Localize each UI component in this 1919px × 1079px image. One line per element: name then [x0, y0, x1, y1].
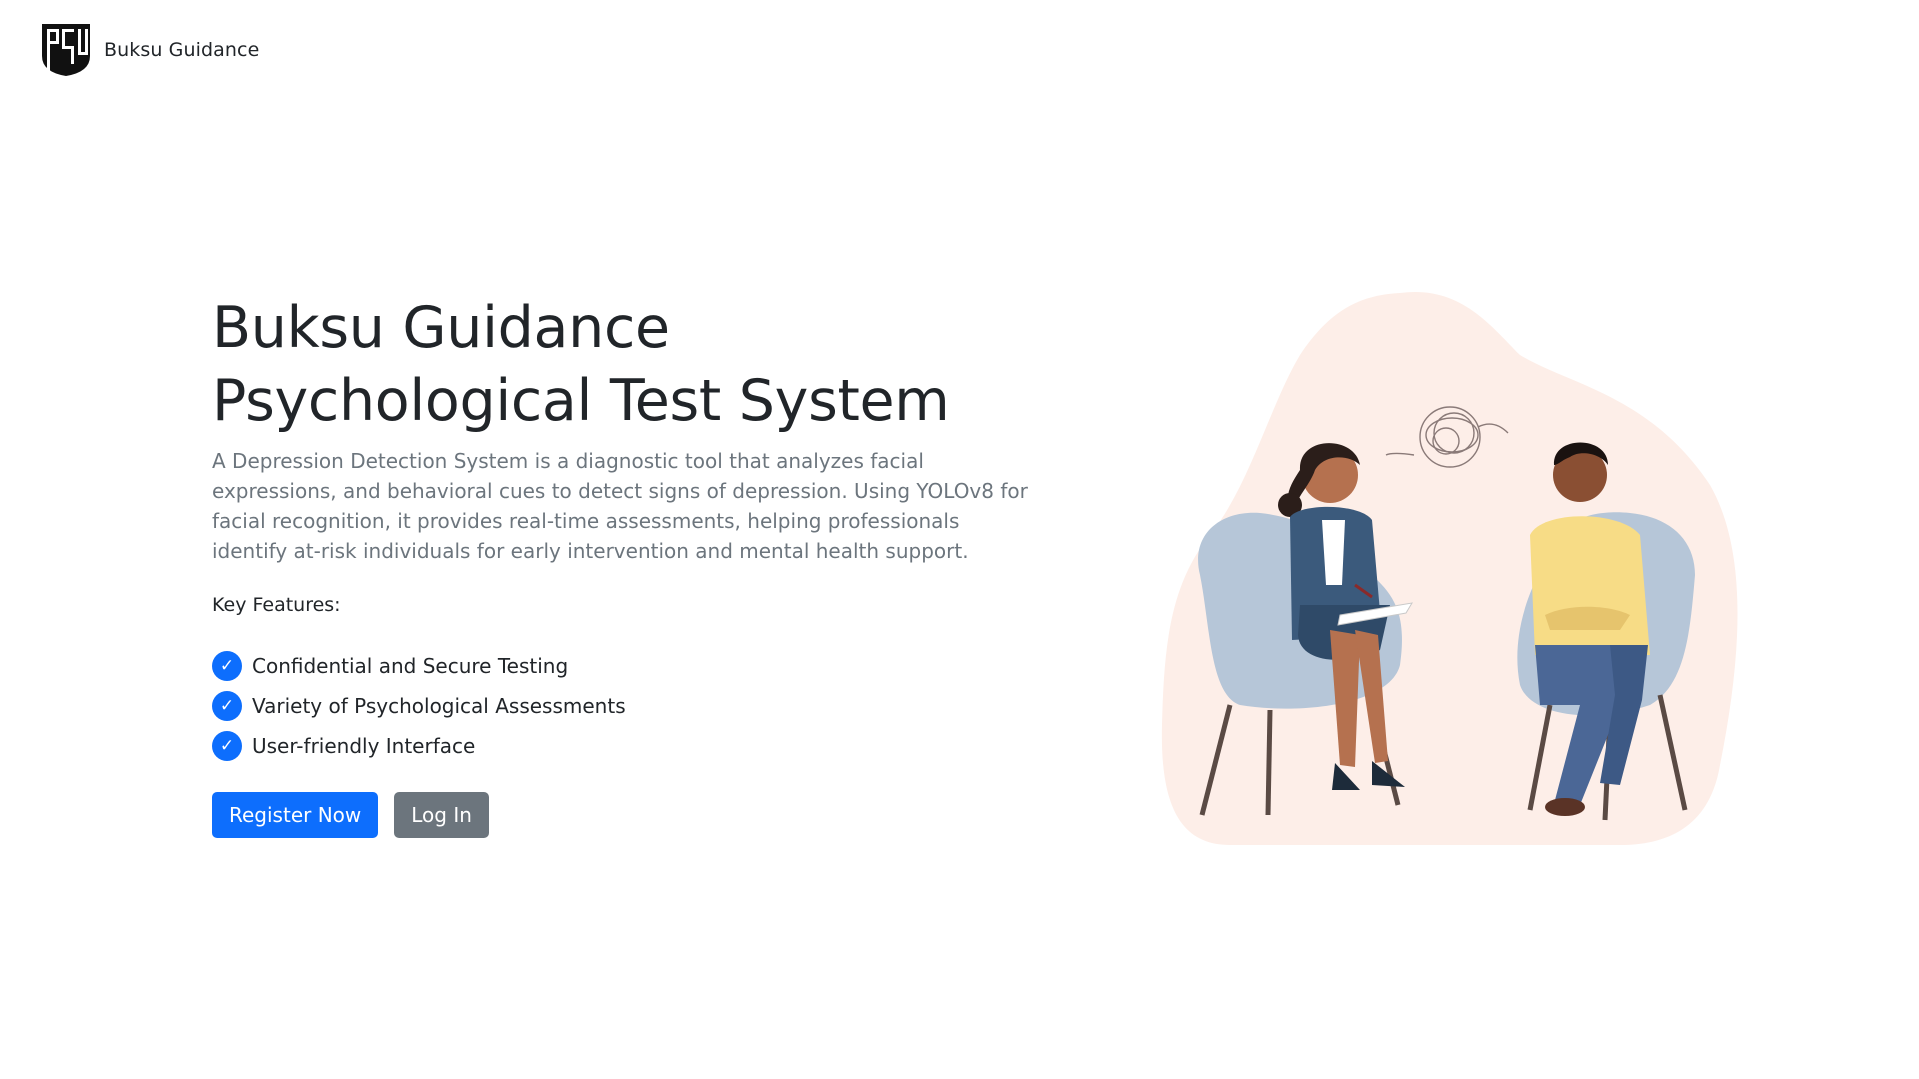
title-line-1: Buksu Guidance [212, 295, 670, 361]
brand-name[interactable]: Buksu Guidance [104, 39, 259, 61]
feature-item: ✓ Variety of Psychological Assessments [212, 686, 1052, 726]
features-heading: Key Features: [212, 594, 341, 616]
page-title: Buksu Guidance Psychological Test System [212, 292, 1052, 438]
feature-label: Confidential and Secure Testing [252, 654, 569, 678]
title-line-2: Psychological Test System [212, 368, 950, 434]
feature-label: Variety of Psychological Assessments [252, 694, 626, 718]
hero-actions: Register Now Log In [212, 792, 1052, 838]
navbar: Buksu Guidance [40, 22, 259, 78]
feature-label: User-friendly Interface [252, 734, 476, 758]
check-circle-icon: ✓ [212, 731, 242, 761]
buksu-logo-icon[interactable] [40, 22, 94, 78]
counseling-session-illustration [1161, 291, 1738, 845]
check-circle-icon: ✓ [212, 691, 242, 721]
check-circle-icon: ✓ [212, 651, 242, 681]
features-list: ✓ Confidential and Secure Testing ✓ Vari… [212, 646, 1052, 766]
hero-description: A Depression Detection System is a diagn… [212, 449, 1028, 563]
feature-item: ✓ Confidential and Secure Testing [212, 646, 1052, 686]
log-in-button[interactable]: Log In [394, 792, 489, 838]
feature-item: ✓ User-friendly Interface [212, 726, 1052, 766]
register-now-button[interactable]: Register Now [212, 792, 379, 838]
hero-section: Buksu Guidance Psychological Test System… [212, 292, 1052, 838]
